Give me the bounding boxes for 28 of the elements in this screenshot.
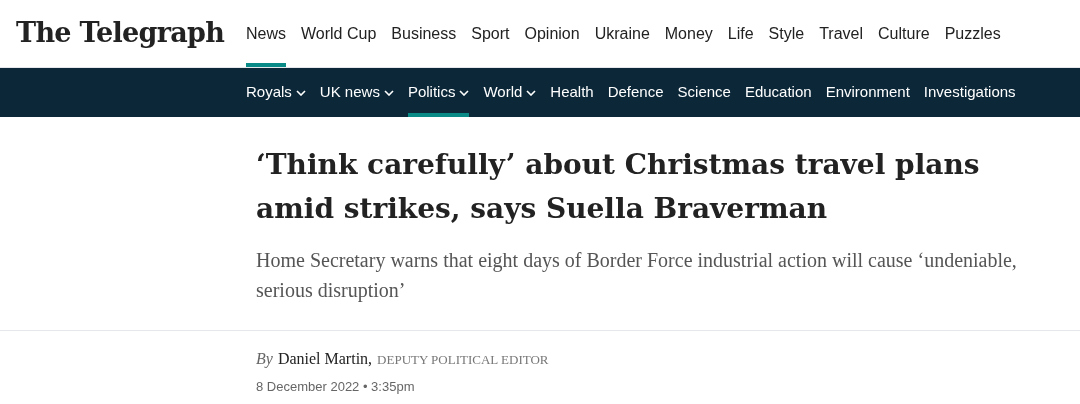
section-tab[interactable]: Politics <box>407 68 470 117</box>
section-tab[interactable]: Environment <box>825 68 910 117</box>
headline: ‘Think carefully’ about Christmas travel plans amid strikes, says Suella Braverman <box>256 147 981 227</box>
author-role: DEPUTY POLITICAL EDITOR <box>377 351 549 369</box>
nav-tab[interactable]: Style <box>768 0 805 67</box>
nav-tab[interactable]: Sport <box>471 0 510 67</box>
section-tab[interactable]: Royals <box>246 68 306 117</box>
section-tab[interactable]: World <box>483 68 537 117</box>
nav-tab[interactable]: Business <box>391 0 457 67</box>
nav-tab[interactable]: Puzzles <box>944 0 1001 67</box>
byline-prefix: By <box>256 349 273 370</box>
section-tab[interactable]: Health <box>550 68 594 117</box>
nav-tab[interactable]: World Cup <box>301 0 377 67</box>
author-link[interactable]: Daniel Martin, <box>277 347 373 371</box>
section-tab[interactable]: Investigations <box>923 68 1016 117</box>
nav-tab[interactable]: Money <box>664 0 713 67</box>
nav-tab[interactable]: Opinion <box>524 0 580 67</box>
nav-tab[interactable]: Ukraine <box>594 0 650 67</box>
publish-date: 8 December 2022 • 3:35pm <box>256 378 416 396</box>
section-tab[interactable]: Science <box>677 68 731 117</box>
standfirst: Home Secretary warns that eight days of Border Force industrial action will cause ‘undeniable, serious disruption’ <box>256 248 1018 304</box>
logo[interactable]: The Telegraph <box>16 13 225 54</box>
nav-tab[interactable]: Culture <box>878 0 930 67</box>
nav-tab[interactable]: Travel <box>819 0 864 67</box>
section-tab[interactable]: Education <box>744 68 812 117</box>
section-tab[interactable]: Defence <box>607 68 664 117</box>
nav-tab[interactable]: Life <box>727 0 754 67</box>
section-tab[interactable]: UK news <box>319 68 394 117</box>
